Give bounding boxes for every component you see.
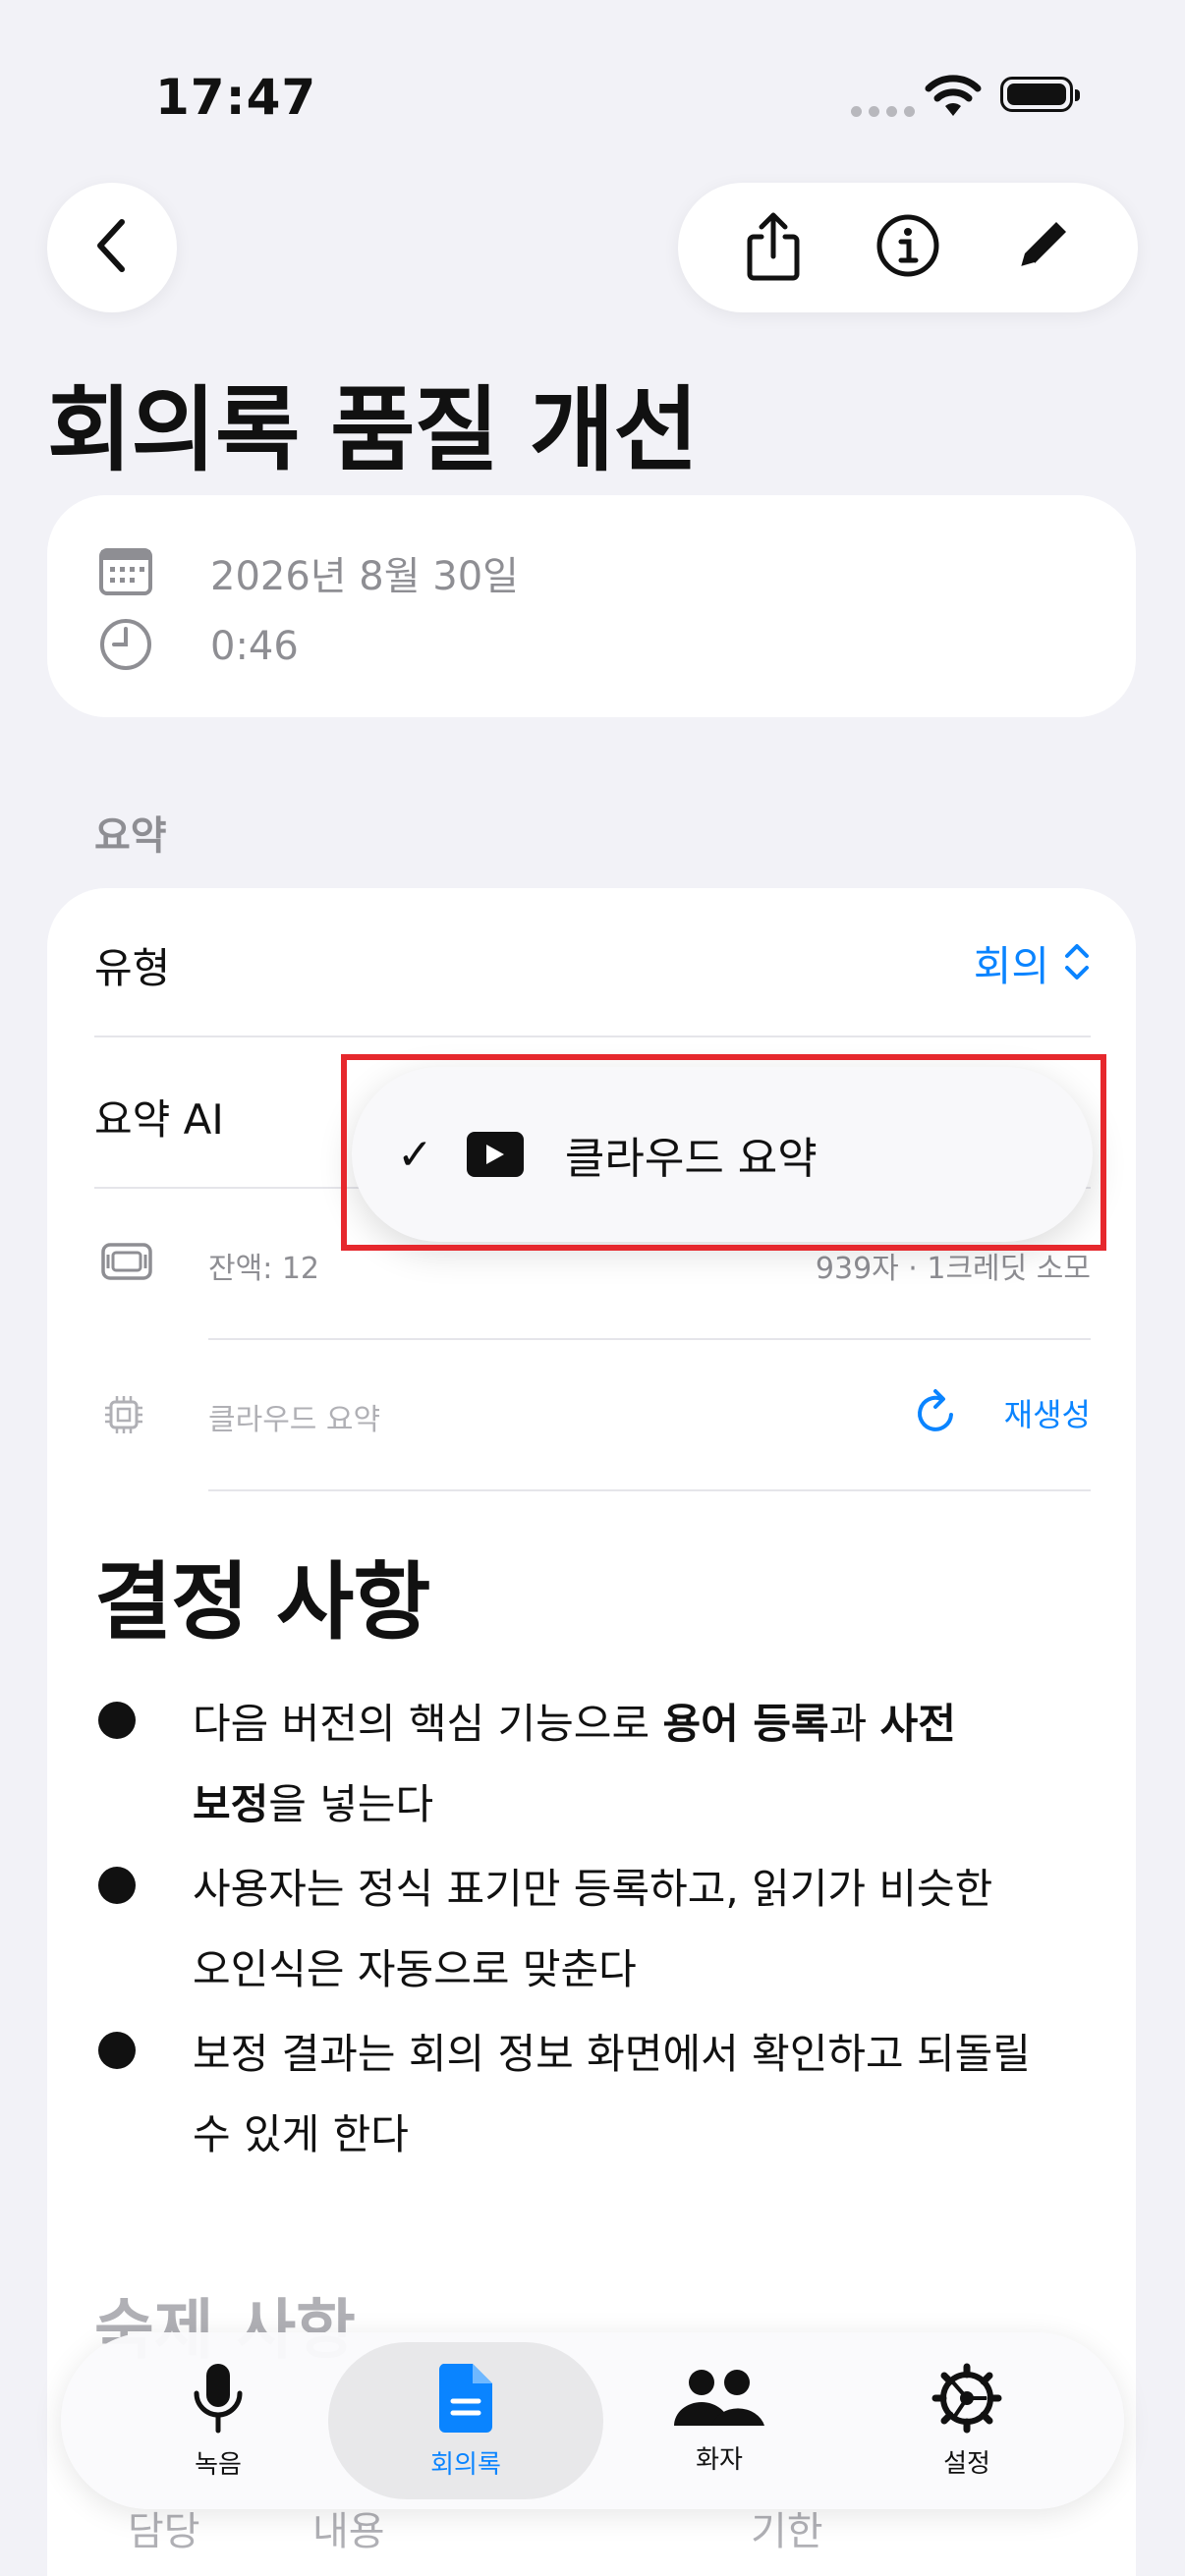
page-title: 회의록 품질 개선 xyxy=(47,377,699,484)
summary-ai-label: 요약 AI xyxy=(94,1095,224,1144)
back-button[interactable] xyxy=(47,183,177,312)
list-item: 보정 결과는 회의 정보 화면에서 확인하고 되돌릴 수 있게 한다 xyxy=(98,2014,1091,2175)
highlight-box xyxy=(341,1054,1106,1251)
share-button[interactable] xyxy=(734,208,813,287)
bullet xyxy=(98,1702,136,1739)
calendar-icon xyxy=(98,545,153,600)
signal-icon xyxy=(851,102,922,121)
mic-icon xyxy=(191,2362,246,2438)
bold-text: 사전 xyxy=(879,1700,956,1748)
regenerate-button[interactable]: 재생성 xyxy=(914,1387,1091,1438)
chevron-left-icon xyxy=(92,216,132,279)
type-value: 회의 xyxy=(973,942,1049,990)
bold-text: 용어 등록 xyxy=(662,1700,829,1748)
tab-label: 화자 xyxy=(696,2444,743,2475)
share-icon xyxy=(742,209,805,286)
pencil-icon xyxy=(1013,216,1072,279)
text: 을 넣는다 xyxy=(268,1780,434,1828)
chip-icon xyxy=(102,1393,145,1440)
list-item: 사용자는 정식 표기만 등록하고, 읽기가 비슷한 오인식은 자동으로 맞춘다 xyxy=(98,1849,1091,2010)
decisions-heading: 결정 사항 xyxy=(94,1553,430,1652)
tab-label: 설정 xyxy=(943,2448,990,2479)
refresh-icon xyxy=(914,1387,959,1438)
wifi-icon xyxy=(924,73,983,124)
text: 보정 결과는 회의 정보 화면에서 확인하고 되돌릴 xyxy=(193,2030,1031,2078)
clock-icon xyxy=(98,617,153,676)
list-item: 다음 버전의 핵심 기능으로 용어 등록과 사전 보정을 넣는다 xyxy=(98,1684,1091,1845)
tab-label: 회의록 xyxy=(430,2449,501,2480)
edit-button[interactable] xyxy=(1003,208,1082,287)
gear-icon xyxy=(931,2363,1002,2437)
divider xyxy=(94,1036,1091,1037)
meeting-duration: 0:46 xyxy=(210,624,299,669)
chevron-up-down-icon xyxy=(1063,940,1091,987)
divider xyxy=(208,1338,1091,1340)
text: 사용자는 정식 표기만 등록하고, 읽기가 비슷한 xyxy=(193,1865,993,1913)
tab-minutes[interactable]: 회의록 xyxy=(328,2342,603,2499)
info-button[interactable] xyxy=(869,208,947,287)
tab-record[interactable]: 녹음 xyxy=(81,2332,356,2509)
text: 오인식은 자동으로 맞춘다 xyxy=(193,1945,637,1993)
type-picker[interactable]: 회의 xyxy=(974,933,1091,993)
tab-settings[interactable]: 설정 xyxy=(829,2332,1104,2509)
status-time: 17:47 xyxy=(155,69,317,126)
tab-label: 녹음 xyxy=(195,2449,242,2480)
divider xyxy=(208,1489,1091,1491)
balance-text: 잔액: 12 xyxy=(208,1252,320,1286)
meeting-info-card: 2026년 8월 30일 0:46 xyxy=(47,495,1136,717)
meeting-date: 2026년 8월 30일 xyxy=(210,554,519,599)
summary-section-label: 요약 xyxy=(94,813,167,859)
action-toolbar xyxy=(678,183,1138,312)
tab-bar: 녹음 회의록 화자 설정 xyxy=(61,2332,1124,2509)
regenerate-label: 재생성 xyxy=(1003,1396,1091,1433)
battery-icon xyxy=(1000,77,1080,112)
document-icon xyxy=(437,2362,494,2438)
bold-text: 보정 xyxy=(193,1780,269,1828)
text: 과 xyxy=(828,1700,880,1748)
model-text: 클라우드 요약 xyxy=(208,1403,381,1437)
text: 수 있게 한다 xyxy=(193,2110,409,2158)
bullet xyxy=(98,2032,136,2069)
bullet xyxy=(98,1867,136,1904)
tab-speakers[interactable]: 화자 xyxy=(582,2332,857,2509)
type-label: 유형 xyxy=(94,944,171,992)
token-icon xyxy=(100,1242,153,1285)
text: 다음 버전의 핵심 기능으로 xyxy=(193,1700,663,1748)
people-icon xyxy=(672,2367,766,2434)
info-icon xyxy=(875,213,940,282)
